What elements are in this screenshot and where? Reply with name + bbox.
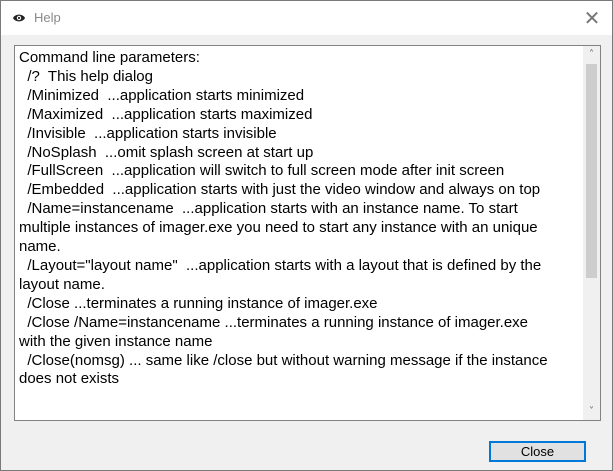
- close-window-button[interactable]: ✕: [572, 1, 612, 35]
- help-line: /Embedded ...application starts with jus…: [19, 181, 541, 199]
- help-line: /Close(nomsg) ... same like /close but w…: [19, 351, 548, 369]
- help-line: /Layout="layout name" ...application sta…: [19, 256, 542, 274]
- help-line: Command line parameters:: [19, 49, 200, 66]
- help-line: /Minimized ...application starts minimiz…: [19, 86, 305, 104]
- close-button[interactable]: Close: [489, 441, 586, 462]
- vertical-scrollbar[interactable]: ˄ ˅: [583, 46, 600, 420]
- scroll-down-button[interactable]: ˅: [583, 403, 600, 420]
- help-text-area[interactable]: Command line parameters: /? This help di…: [14, 45, 601, 421]
- scroll-up-button[interactable]: ˄: [583, 46, 600, 63]
- help-line: does not exists: [19, 370, 120, 388]
- title-bar[interactable]: Help ✕: [1, 1, 612, 35]
- help-line: /Invisible ...application starts invisib…: [19, 124, 277, 142]
- chevron-up-icon[interactable]: ˄: [589, 49, 594, 60]
- help-line: name.: [19, 238, 61, 256]
- help-line: /Close ...terminates a running instance …: [19, 294, 378, 312]
- help-text-content: Command line parameters: /? This help di…: [19, 49, 582, 389]
- window-title: Help: [34, 10, 61, 25]
- help-line: /? This help dialog: [19, 67, 153, 85]
- help-dialog: Help ✕ Command line parameters: /? This …: [0, 0, 613, 471]
- close-icon[interactable]: ✕: [584, 6, 601, 30]
- chevron-down-icon[interactable]: ˅: [589, 406, 594, 417]
- help-line: layout name.: [19, 275, 105, 293]
- help-line: with the given instance name: [19, 332, 213, 350]
- scrollbar-thumb[interactable]: [586, 64, 597, 278]
- help-line: /Close /Name=instancename ...terminates …: [19, 313, 529, 331]
- help-line: /NoSplash ...omit splash screen at start…: [19, 143, 314, 161]
- help-line: multiple instances of imager.exe you nee…: [19, 219, 538, 237]
- help-line: /FullScreen ...application will switch t…: [19, 162, 505, 180]
- help-line: /Maximized ...application starts maximiz…: [19, 105, 313, 123]
- eye-icon: [13, 14, 25, 22]
- help-line: /Name=instancename ...application starts…: [19, 200, 518, 218]
